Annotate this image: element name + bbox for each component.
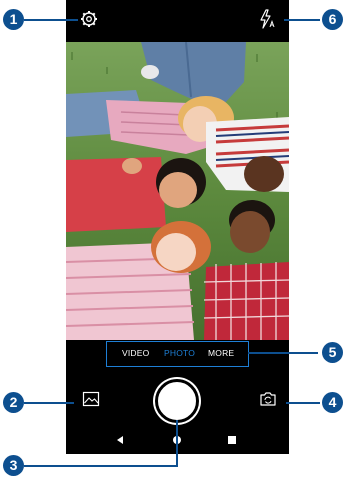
gallery-thumbnail-icon: [82, 391, 100, 407]
back-icon: [117, 436, 123, 444]
settings-button[interactable]: [80, 10, 98, 28]
mode-video[interactable]: VIDEO: [122, 348, 149, 358]
mode-selector: VIDEO PHOTO MORE: [66, 340, 289, 370]
callout-3-line-vertical: [176, 420, 178, 466]
callout-6-line: [284, 19, 320, 21]
camera-screen: VIDEO PHOTO MORE: [66, 0, 289, 454]
switch-camera-icon: [260, 392, 276, 406]
callout-2-line: [24, 402, 74, 404]
gallery-thumbnail-button[interactable]: [82, 391, 100, 407]
callout-1-line: [24, 19, 78, 21]
gear-icon: [81, 11, 97, 27]
callout-1: 1: [3, 9, 24, 30]
callout-5-line: [248, 352, 318, 354]
shutter-button[interactable]: [155, 379, 199, 423]
camera-viewfinder[interactable]: [66, 42, 289, 340]
viewfinder-preview-image: [66, 42, 289, 340]
callout-5: 5: [322, 342, 343, 363]
bottom-controls: [66, 370, 289, 454]
nav-back-button[interactable]: [115, 432, 125, 450]
mode-more[interactable]: MORE: [208, 348, 234, 358]
callout-6: 6: [322, 9, 343, 30]
top-bar: [66, 0, 289, 42]
flash-auto-icon: [260, 9, 275, 29]
callout-3: 3: [3, 455, 24, 476]
callout-2: 2: [3, 392, 24, 413]
recents-icon: [228, 436, 236, 444]
flash-button[interactable]: [258, 9, 276, 29]
callout-4: 4: [322, 392, 343, 413]
switch-camera-button[interactable]: [259, 391, 277, 407]
callout-3-line-horizontal: [24, 465, 178, 467]
mode-photo[interactable]: PHOTO: [164, 348, 195, 358]
nav-recents-button[interactable]: [227, 432, 237, 450]
callout-4-line: [286, 402, 320, 404]
